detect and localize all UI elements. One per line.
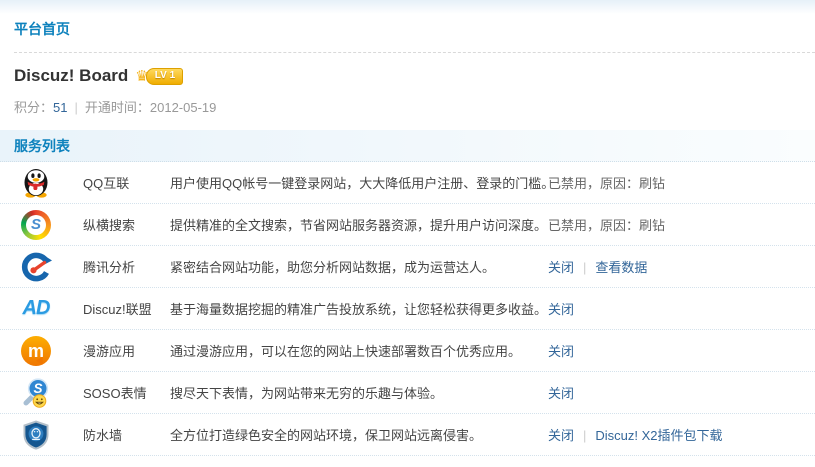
service-name: QQ互联 <box>83 176 130 191</box>
service-row: S SOSO表情 搜尽天下表情，为网站带来无穷的乐趣与体验。 关闭 <box>0 372 815 414</box>
service-row: S 纵横搜索 提供精准的全文搜索，节省网站服务器资源，提升用户访问深度。 已禁用… <box>0 204 815 246</box>
qq-penguin-icon <box>20 167 52 199</box>
service-status: 已禁用，原因：刷钻 <box>548 173 815 192</box>
service-action-link[interactable]: 关闭 <box>548 344 574 359</box>
tencent-analytics-icon <box>20 251 52 283</box>
svg-text:S: S <box>33 381 42 396</box>
section-header-services: 服务列表 <box>0 130 815 162</box>
ad-letters-glyph: AD <box>22 297 51 319</box>
service-description: 搜尽天下表情，为网站带来无穷的乐趣与体验。 <box>170 386 444 401</box>
service-list: QQ互联 用户使用QQ帐号一键登录网站，大大降低用户注册、登录的门槛。 已禁用，… <box>0 162 815 456</box>
platform-home-page: 平台首页 Discuz! Board ♛ LV 1 积分：51 | 开通时间：201… <box>0 0 815 467</box>
service-row: 防水墙 全方位打造绿色安全的网站环境，保卫网站远离侵害。 关闭 | Discuz! … <box>0 414 815 456</box>
soso-emoticon-icon: S <box>20 377 52 409</box>
link-separator: | <box>583 260 587 275</box>
service-name: 漫游应用 <box>83 344 136 359</box>
page-header: 平台首页 <box>0 0 815 52</box>
service-row: QQ互联 用户使用QQ帐号一键登录网站，大大降低用户注册、登录的门槛。 已禁用，… <box>0 162 815 204</box>
site-title: Discuz! Board <box>14 66 129 85</box>
service-status: 关闭 | Discuz! X2插件包下载 <box>548 425 815 444</box>
service-name: Discuz!联盟 <box>83 302 152 317</box>
site-info: Discuz! Board ♛ LV 1 积分：51 | 开通时间：2012-05-… <box>0 53 815 130</box>
meta-separator: | <box>74 100 78 115</box>
service-name: 防水墙 <box>83 428 123 443</box>
service-action-link[interactable]: Discuz! X2插件包下载 <box>595 428 722 443</box>
search-letter-glyph: S <box>26 214 46 235</box>
service-name: SOSO表情 <box>83 386 147 401</box>
service-row: 腾讯分析 紧密结合网站功能，助您分析网站数据，成为运营达人。 关闭 | 查看数据 <box>0 246 815 288</box>
service-description: 全方位打造绿色安全的网站环境，保卫网站远离侵害。 <box>170 428 483 443</box>
level-badge: ♛ LV 1 <box>135 67 184 85</box>
credits-value: 51 <box>53 100 68 115</box>
service-status: 关闭 <box>548 383 815 402</box>
service-status: 关闭 <box>548 299 815 318</box>
service-status: 关闭 <box>548 341 815 360</box>
service-description: 用户使用QQ帐号一键登录网站，大大降低用户注册、登录的门槛。 <box>170 176 555 191</box>
service-name: 纵横搜索 <box>83 218 136 233</box>
opened-value: 2012-05-19 <box>149 100 217 115</box>
ad-union-icon: AD <box>20 293 52 325</box>
service-action-link[interactable]: 关闭 <box>548 428 574 443</box>
opened-label: 开通时间： <box>84 100 150 115</box>
service-status-text: 已禁用，原因：刷钻 <box>548 176 666 191</box>
credits-label: 积分： <box>14 100 54 115</box>
service-action-link[interactable]: 关闭 <box>548 302 574 317</box>
level-badge-label: LV 1 <box>145 67 184 85</box>
site-meta: 积分：51 | 开通时间：2012-05-19 <box>14 97 801 116</box>
link-separator: | <box>583 428 587 443</box>
service-row: m 漫游应用 通过漫游应用，可以在您的网站上快速部署数百个优秀应用。 关闭 <box>0 330 815 372</box>
service-description: 基于海量数据挖掘的精准广告投放系统，让您轻松获得更多收益。 <box>170 302 548 317</box>
service-status-text: 已禁用，原因：刷钻 <box>548 218 666 233</box>
service-action-link[interactable]: 查看数据 <box>595 260 647 275</box>
service-description: 通过漫游应用，可以在您的网站上快速部署数百个优秀应用。 <box>170 344 522 359</box>
service-name: 腾讯分析 <box>83 260 136 275</box>
service-action-link[interactable]: 关闭 <box>548 386 574 401</box>
service-status: 关闭 | 查看数据 <box>548 257 815 276</box>
service-description: 紧密结合网站功能，助您分析网站数据，成为运营达人。 <box>170 260 496 275</box>
service-description: 提供精准的全文搜索，节省网站服务器资源，提升用户访问深度。 <box>170 218 548 233</box>
crown-icon: ♛ <box>135 67 149 85</box>
security-shield-icon <box>20 419 52 451</box>
manyou-letter-glyph: m <box>21 335 51 366</box>
breadcrumb[interactable]: 平台首页 <box>14 21 70 37</box>
site-title-row: Discuz! Board ♛ LV 1 <box>14 65 801 87</box>
service-action-link[interactable]: 关闭 <box>548 260 574 275</box>
manyou-app-icon: m <box>20 335 52 367</box>
service-row: AD Discuz!联盟 基于海量数据挖掘的精准广告投放系统，让您轻松获得更多收… <box>0 288 815 330</box>
service-status: 已禁用，原因：刷钻 <box>548 215 815 234</box>
soso-search-icon: S <box>20 209 52 241</box>
